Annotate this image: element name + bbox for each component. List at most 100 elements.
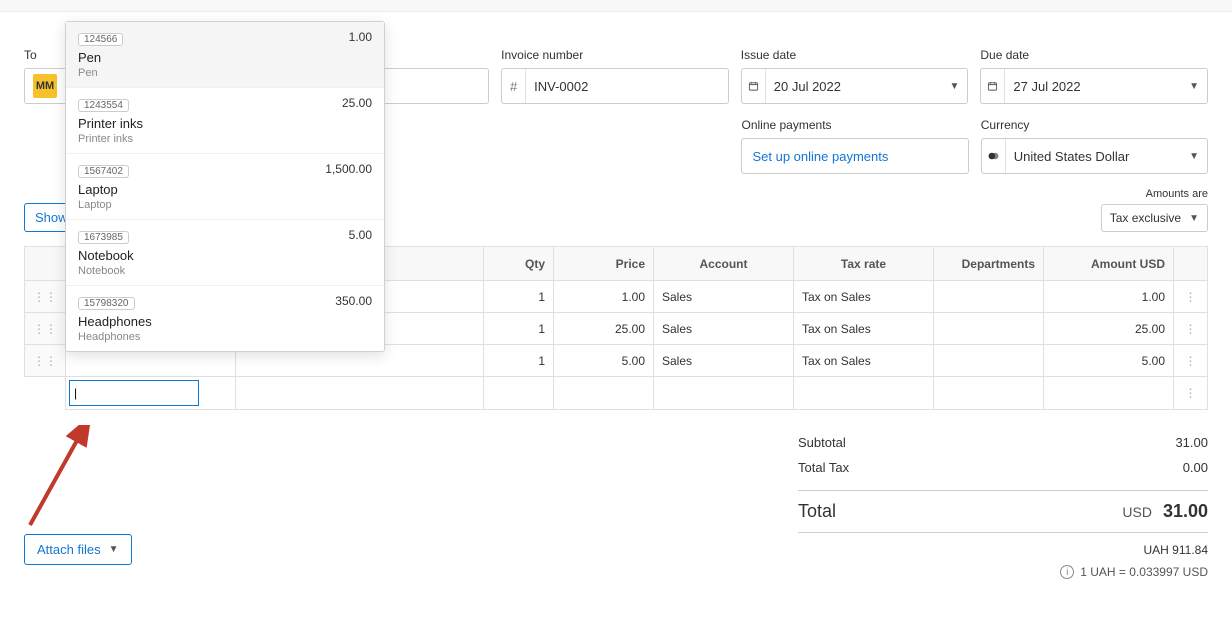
dropdown-item[interactable]: 15798320 350.00 Headphones Headphones: [66, 286, 384, 351]
col-menu-header: [1174, 247, 1208, 281]
qty-cell[interactable]: 1: [484, 345, 554, 377]
taxrate-cell[interactable]: Tax on Sales: [794, 313, 934, 345]
taxrate-cell[interactable]: [794, 377, 934, 410]
currency-value: United States Dollar: [1014, 149, 1130, 164]
price-cell[interactable]: 1.00: [554, 281, 654, 313]
currency-icon: [982, 139, 1006, 173]
price-cell[interactable]: 5.00: [554, 345, 654, 377]
dept-cell[interactable]: [934, 345, 1044, 377]
drag-handle[interactable]: ⋮⋮: [25, 281, 66, 313]
col-dept-header: Departments: [934, 247, 1044, 281]
chevron-down-icon: ▼: [109, 544, 119, 555]
row-menu-button[interactable]: ⋮: [1174, 313, 1208, 345]
amounts-are-label: Amounts are: [1101, 188, 1208, 200]
dropdown-item[interactable]: 1243554 25.00 Printer inks Printer inks: [66, 88, 384, 154]
totals-panel: Subtotal 31.00 Total Tax 0.00 Total USD …: [798, 410, 1208, 579]
item-name: Printer inks: [78, 116, 372, 131]
attach-files-button[interactable]: Attach files ▼: [24, 534, 132, 565]
hash-icon: #: [502, 69, 526, 103]
chevron-down-icon: ▼: [1189, 81, 1199, 92]
invoice-number-field: Invoice number # INV-0002: [501, 48, 729, 104]
item-desc: Laptop: [78, 199, 372, 211]
due-date-label: Due date: [980, 48, 1208, 62]
account-cell[interactable]: Sales: [654, 345, 794, 377]
row-menu-button[interactable]: ⋮: [1174, 281, 1208, 313]
online-payments-field: Online payments Set up online payments: [741, 118, 968, 174]
item-code: 1673985: [78, 231, 129, 244]
item-price: 1,500.00: [325, 162, 372, 176]
item-desc: Headphones: [78, 331, 372, 343]
item-desc: Printer inks: [78, 133, 372, 145]
show-button-label: Show: [35, 210, 68, 225]
col-price-header: Price: [554, 247, 654, 281]
subtotal-label: Subtotal: [798, 435, 846, 450]
issue-date-value: 20 Jul 2022: [774, 79, 841, 94]
qty-cell[interactable]: [484, 377, 554, 410]
row-menu-button[interactable]: ⋮: [1174, 377, 1208, 410]
due-date-input[interactable]: 27 Jul 2022 ▼: [980, 68, 1208, 104]
empty-cell: [25, 377, 66, 410]
info-icon[interactable]: i: [1060, 565, 1074, 579]
desc-cell[interactable]: [236, 377, 484, 410]
calendar-icon: [981, 69, 1005, 103]
total-label: Total: [798, 501, 836, 522]
qty-cell[interactable]: 1: [484, 313, 554, 345]
item-name: Laptop: [78, 182, 372, 197]
chevron-down-icon: ▼: [1189, 151, 1199, 162]
dropdown-item[interactable]: 1673985 5.00 Notebook Notebook: [66, 220, 384, 286]
chevron-down-icon: ▼: [1189, 213, 1199, 224]
converted-total: UAH 911.84: [798, 543, 1208, 557]
col-qty-header: Qty: [484, 247, 554, 281]
invoice-number-input[interactable]: # INV-0002: [501, 68, 729, 104]
dept-cell[interactable]: [934, 377, 1044, 410]
dropdown-item[interactable]: 124566 1.00 Pen Pen: [66, 22, 384, 88]
item-name: Headphones: [78, 314, 372, 329]
item-desc: Notebook: [78, 265, 372, 277]
account-cell[interactable]: Sales: [654, 281, 794, 313]
amounts-are-block: Amounts are Tax exclusive ▼: [1101, 188, 1208, 232]
row-menu-button[interactable]: ⋮: [1174, 345, 1208, 377]
qty-cell[interactable]: 1: [484, 281, 554, 313]
drag-handle[interactable]: ⋮⋮: [25, 313, 66, 345]
tax-mode-select[interactable]: Tax exclusive ▼: [1101, 204, 1208, 232]
col-taxrate-header: Tax rate: [794, 247, 934, 281]
online-payments-link-text: Set up online payments: [752, 149, 888, 164]
exchange-rate-text: 1 UAH = 0.033997 USD: [1080, 565, 1208, 579]
setup-online-payments-link[interactable]: Set up online payments: [741, 138, 968, 174]
item-code: 124566: [78, 33, 123, 46]
item-code: 15798320: [78, 297, 135, 310]
currency-select[interactable]: United States Dollar ▼: [981, 138, 1208, 174]
drag-handle[interactable]: ⋮⋮: [25, 345, 66, 377]
price-cell[interactable]: 25.00: [554, 313, 654, 345]
online-payments-label: Online payments: [741, 118, 968, 132]
item-desc: Pen: [78, 67, 372, 79]
taxrate-cell[interactable]: Tax on Sales: [794, 345, 934, 377]
item-name: Notebook: [78, 248, 372, 263]
price-cell[interactable]: [554, 377, 654, 410]
taxrate-cell[interactable]: Tax on Sales: [794, 281, 934, 313]
item-price: 350.00: [335, 294, 372, 308]
invoice-number-label: Invoice number: [501, 48, 729, 62]
col-account-header: Account: [654, 247, 794, 281]
total-currency: USD: [1122, 504, 1152, 520]
totaltax-label: Total Tax: [798, 460, 849, 475]
dept-cell[interactable]: [934, 313, 1044, 345]
attach-files-label: Attach files: [37, 542, 101, 557]
dropdown-item[interactable]: 1567402 1,500.00 Laptop Laptop: [66, 154, 384, 220]
totaltax-value: 0.00: [1183, 460, 1208, 475]
item-price: 1.00: [349, 30, 372, 44]
contact-avatar: MM: [33, 74, 57, 98]
issue-date-input[interactable]: 20 Jul 2022 ▼: [741, 68, 969, 104]
dept-cell[interactable]: [934, 281, 1044, 313]
amount-cell: 1.00: [1044, 281, 1174, 313]
item-code: 1567402: [78, 165, 129, 178]
account-cell[interactable]: [654, 377, 794, 410]
amount-cell: [1044, 377, 1174, 410]
item-input-cell[interactable]: [66, 377, 236, 410]
account-cell[interactable]: Sales: [654, 313, 794, 345]
top-bar: [0, 0, 1232, 12]
item-search-input[interactable]: [69, 380, 199, 406]
currency-label: Currency: [981, 118, 1208, 132]
item-price: 5.00: [349, 228, 372, 242]
col-amount-header: Amount USD: [1044, 247, 1174, 281]
